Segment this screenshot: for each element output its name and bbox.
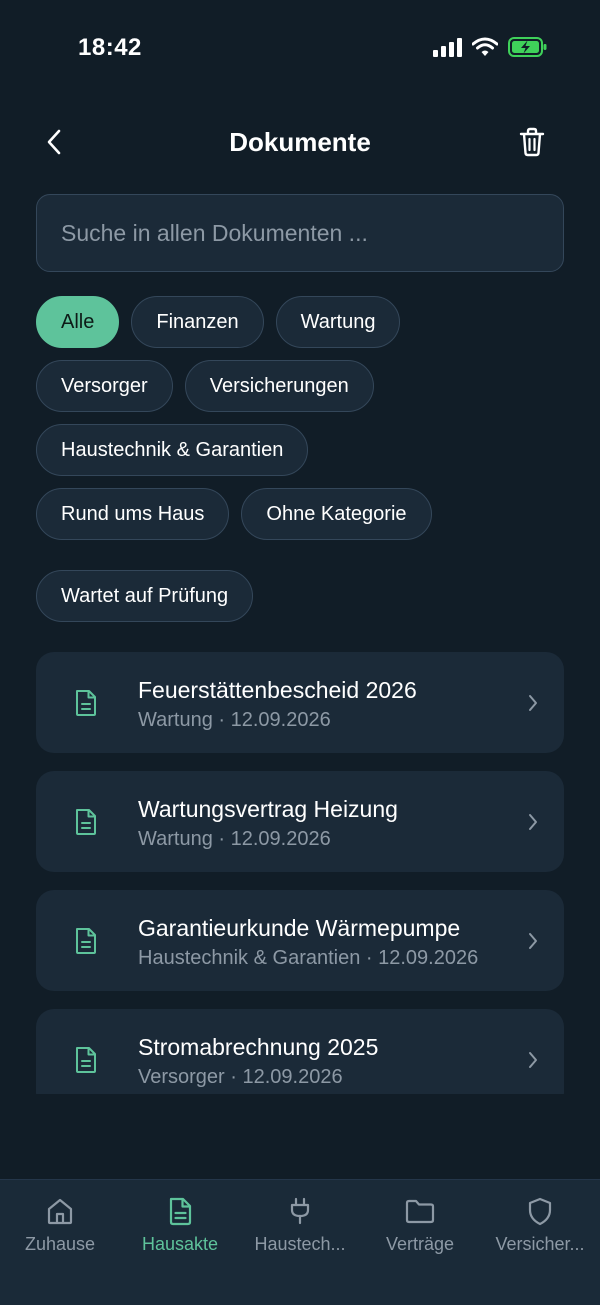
document-meta: Wartung · 12.09.2026: [138, 828, 331, 850]
document-item[interactable]: Garantieurkunde Wärmepumpe Haustechnik &…: [36, 890, 564, 991]
filter-chip-versicherungen[interactable]: Versicherungen: [184, 360, 374, 412]
chevron-right-icon: [529, 695, 537, 711]
tab-zuhause[interactable]: Zuhause: [0, 1196, 120, 1255]
document-title: Wartungsvertrag Heizung: [138, 796, 398, 822]
filter-chip-rund-ums-haus[interactable]: Rund ums Haus: [36, 488, 230, 540]
chip-row: Rund ums Haus Ohne Kategorie: [36, 488, 566, 540]
folder-icon: [405, 1199, 435, 1224]
document-icon: [76, 690, 96, 716]
category-filter-chips: Alle Finanzen Wartung Versorger Versiche…: [36, 296, 566, 634]
chip-row: Wartet auf Prüfung: [36, 570, 566, 622]
house-icon: [47, 1198, 73, 1225]
tab-label: Verträge: [385, 1234, 455, 1254]
document-meta: Versorger · 12.09.2026: [138, 1066, 343, 1088]
chevron-right-icon: [529, 814, 537, 830]
filter-chip-wartet-auf-pruefung[interactable]: Wartet auf Prüfung: [36, 570, 254, 622]
tab-label: Hausakte: [141, 1234, 219, 1254]
document-item[interactable]: Wartungsvertrag Heizung Wartung · 12.09.…: [36, 771, 564, 872]
chevron-right-icon: [529, 1052, 537, 1068]
tab-haustechnik[interactable]: Haustech...: [240, 1196, 360, 1255]
chevron-right-icon: [529, 933, 537, 949]
filter-chip-haustechnik-garantien[interactable]: Haustechnik & Garantien: [36, 424, 309, 476]
page-title: Dokumente: [229, 127, 371, 157]
tab-label: Zuhause: [24, 1234, 96, 1254]
tab-label: Haustech...: [254, 1234, 346, 1254]
filter-chip-alle[interactable]: Alle: [36, 296, 120, 348]
filter-chip-ohne-kategorie[interactable]: Ohne Kategorie: [241, 488, 432, 540]
status-time: 18:42: [78, 34, 142, 61]
tab-vertraege[interactable]: Verträge: [360, 1196, 480, 1255]
battery-charging-icon: [508, 37, 547, 57]
document-icon: [76, 809, 96, 835]
document-icon: [76, 1047, 96, 1073]
tab-versicherungen[interactable]: Versicher...: [480, 1196, 600, 1255]
document-list: Feuerstättenbescheid 2026 Wartung · 12.0…: [36, 652, 564, 1094]
document-title: Garantieurkunde Wärmepumpe: [138, 915, 461, 941]
delete-button[interactable]: [514, 124, 550, 160]
cellular-signal-icon: [433, 37, 462, 57]
wifi-icon: [472, 37, 498, 56]
navigation-header: Dokumente: [0, 110, 600, 176]
trash-icon: [519, 127, 545, 157]
plug-icon: [290, 1197, 310, 1225]
shield-icon: [528, 1197, 552, 1226]
document-icon: [76, 928, 96, 954]
chip-row: Haustechnik & Garantien: [36, 424, 566, 476]
document-title: Stromabrechnung 2025: [138, 1034, 379, 1060]
document-icon: [169, 1197, 192, 1226]
status-bar: 18:42: [0, 0, 600, 96]
filter-chip-wartung[interactable]: Wartung: [275, 296, 401, 348]
document-meta: Wartung · 12.09.2026: [138, 709, 331, 731]
filter-chip-finanzen[interactable]: Finanzen: [131, 296, 264, 348]
document-meta: Haustechnik & Garantien · 12.09.2026: [138, 947, 479, 969]
document-item[interactable]: Stromabrechnung 2025 Versorger · 12.09.2…: [36, 1009, 564, 1094]
chip-row: Alle Finanzen Wartung: [36, 296, 566, 348]
filter-chip-versorger[interactable]: Versorger: [36, 360, 173, 412]
document-item[interactable]: Feuerstättenbescheid 2026 Wartung · 12.0…: [36, 652, 564, 753]
search-input[interactable]: [37, 195, 563, 271]
tab-label: Versicher...: [495, 1234, 585, 1254]
search-field[interactable]: [36, 194, 564, 272]
chip-row: Versorger Versicherungen: [36, 360, 566, 412]
tab-bar: Zuhause Hausakte Haustech... Verträge Ve…: [0, 1179, 600, 1305]
status-icons: [433, 36, 548, 58]
document-title: Feuerstättenbescheid 2026: [138, 677, 417, 703]
tab-hausakte[interactable]: Hausakte: [120, 1196, 240, 1255]
